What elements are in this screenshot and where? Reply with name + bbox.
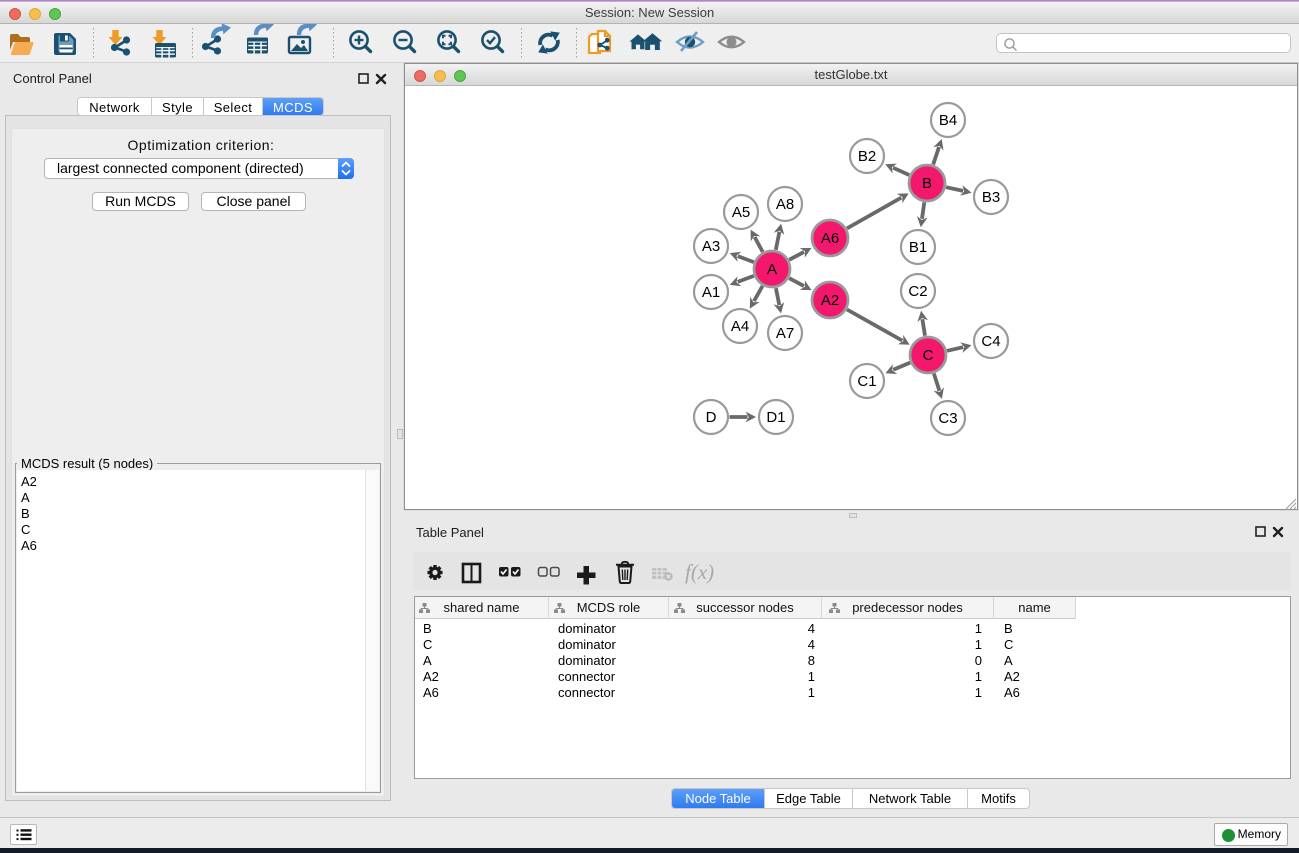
svg-text:A2: A2 <box>821 292 839 309</box>
svg-text:C4: C4 <box>981 333 1000 350</box>
svg-text:C2: C2 <box>908 283 927 300</box>
svg-text:C1: C1 <box>857 373 876 390</box>
svg-text:A3: A3 <box>702 238 720 255</box>
svg-text:A5: A5 <box>732 204 750 221</box>
svg-text:C3: C3 <box>938 410 957 427</box>
svg-text:A8: A8 <box>776 196 794 213</box>
svg-text:D1: D1 <box>766 409 785 426</box>
svg-text:A: A <box>767 261 777 278</box>
svg-text:A4: A4 <box>731 318 749 335</box>
svg-text:B1: B1 <box>909 239 927 256</box>
svg-text:A1: A1 <box>702 284 720 301</box>
svg-text:B4: B4 <box>939 112 957 129</box>
svg-text:D: D <box>706 409 717 426</box>
svg-text:B2: B2 <box>858 148 876 165</box>
svg-text:C: C <box>923 347 934 364</box>
svg-text:B: B <box>922 175 932 192</box>
svg-text:f(x): f(x) <box>685 560 714 584</box>
svg-text:A7: A7 <box>776 325 794 342</box>
svg-text:B3: B3 <box>982 189 1000 206</box>
svg-text:A6: A6 <box>821 230 839 247</box>
